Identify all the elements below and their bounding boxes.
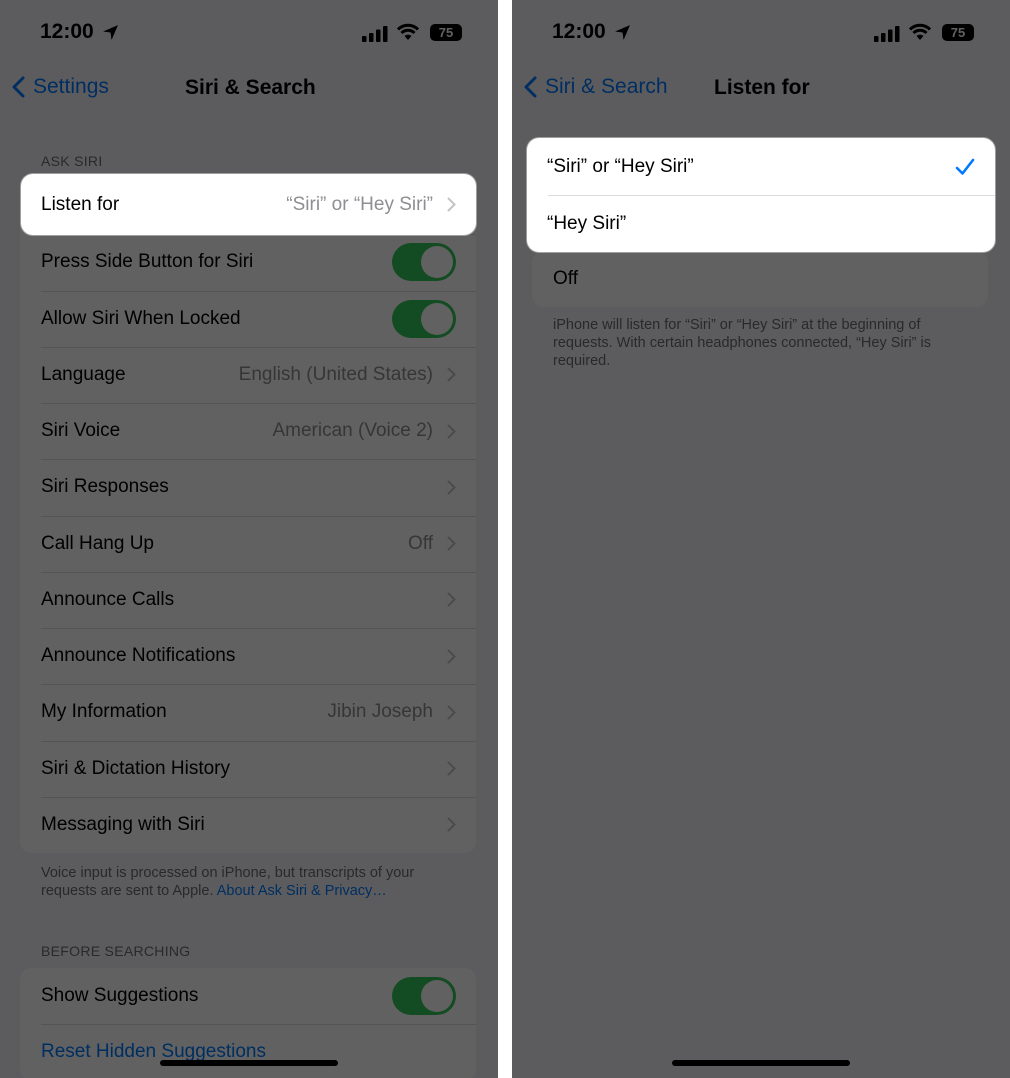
- row-label: My Information: [41, 701, 167, 723]
- chevron-left-icon: [12, 76, 25, 98]
- chevron-right-icon: [447, 592, 456, 607]
- settings-row-call-hang-up[interactable]: Call Hang Up Off: [20, 515, 476, 572]
- row-label: Siri Responses: [41, 476, 169, 498]
- chevron-right-icon: [447, 705, 456, 720]
- home-indicator[interactable]: [672, 1060, 850, 1066]
- option-row-hey-siri[interactable]: “Hey Siri”: [527, 195, 995, 252]
- ask-siri-footer-note: Voice input is processed on iPhone, but …: [41, 864, 441, 900]
- status-time: 12:00: [40, 20, 94, 43]
- row-value: Off: [408, 532, 433, 554]
- battery-indicator: 75: [942, 24, 974, 41]
- chevron-right-icon: [447, 536, 456, 551]
- navigation-bar: Settings Siri & Search: [0, 70, 498, 110]
- settings-row-announce-notifications[interactable]: Announce Notifications: [20, 628, 476, 684]
- settings-row-dictation-history[interactable]: Siri & Dictation History: [20, 740, 476, 797]
- page-title: Listen for: [714, 76, 810, 99]
- chevron-right-icon: [447, 367, 456, 382]
- settings-row-language[interactable]: Language English (United States): [20, 346, 476, 403]
- settings-row-messaging-with-siri[interactable]: Messaging with Siri: [20, 796, 476, 853]
- location-arrow-icon: [615, 25, 630, 40]
- panel-divider: [498, 0, 512, 1078]
- navigation-bar: Siri & Search Listen for: [512, 70, 1010, 110]
- ask-siri-group: . Press Side Button for Siri Allow Siri …: [20, 178, 476, 853]
- back-button-label: Siri & Search: [545, 75, 668, 98]
- section-header-ask-siri: ASK SIRI: [41, 153, 103, 169]
- left-phone-screen: 12:00 75 Settings Siri & Search ASK SIRI…: [0, 0, 498, 1078]
- wifi-icon: [396, 23, 420, 40]
- row-label: Siri Voice: [41, 420, 121, 442]
- row-label: Press Side Button for Siri: [41, 251, 254, 273]
- status-bar: 12:00 75: [512, 18, 1010, 48]
- wifi-icon: [908, 23, 932, 40]
- highlighted-listen-options: “Siri” or “Hey Siri” “Hey Siri”: [527, 138, 995, 252]
- option-label: Off: [553, 268, 578, 290]
- toggle-switch-allow-siri-locked[interactable]: [392, 299, 456, 338]
- row-label: Messaging with Siri: [41, 813, 205, 835]
- right-phone-screen: 12:00 75 Siri & Search Listen for Off iP…: [512, 0, 1010, 1078]
- option-label: “Hey Siri”: [547, 212, 627, 234]
- toggle-switch-show-suggestions[interactable]: [392, 977, 456, 1016]
- row-label: Announce Calls: [41, 588, 175, 610]
- back-button-siri-search[interactable]: Siri & Search: [524, 75, 668, 99]
- chevron-left-icon: [524, 76, 537, 98]
- row-label: Call Hang Up: [41, 532, 154, 554]
- row-label: Siri & Dictation History: [41, 757, 230, 779]
- cellular-signal-icon: [874, 26, 900, 42]
- highlighted-listen-for-row[interactable]: Listen for “Siri” or “Hey Siri”: [21, 174, 476, 235]
- chevron-right-icon: [447, 197, 456, 212]
- about-ask-siri-link[interactable]: About Ask Siri & Privacy…: [217, 883, 387, 899]
- settings-row-listen-for[interactable]: Listen for “Siri” or “Hey Siri”: [21, 174, 476, 235]
- reset-hidden-suggestions-button[interactable]: Reset Hidden Suggestions: [20, 1024, 476, 1078]
- settings-row-siri-responses[interactable]: Siri Responses: [20, 459, 476, 515]
- settings-row-announce-calls[interactable]: Announce Calls: [20, 571, 476, 628]
- option-row-off[interactable]: Off: [532, 251, 988, 307]
- option-label: “Siri” or “Hey Siri”: [547, 155, 694, 177]
- cellular-signal-icon: [362, 26, 388, 42]
- back-button-label: Settings: [33, 75, 109, 98]
- row-label: Listen for: [41, 193, 120, 215]
- back-button-settings[interactable]: Settings: [12, 75, 109, 99]
- row-value: English (United States): [238, 363, 433, 385]
- chevron-right-icon: [447, 817, 456, 832]
- section-header-before-searching: BEFORE SEARCHING: [41, 943, 191, 959]
- settings-row-show-suggestions[interactable]: Show Suggestions: [20, 968, 476, 1024]
- settings-row-allow-siri-locked[interactable]: Allow Siri When Locked: [20, 290, 476, 347]
- row-label: Announce Notifications: [41, 645, 236, 667]
- settings-row-my-information[interactable]: My Information Jibin Joseph: [20, 684, 476, 740]
- status-time: 12:00: [552, 20, 606, 43]
- row-value: Jibin Joseph: [327, 701, 433, 723]
- row-label: Allow Siri When Locked: [41, 307, 241, 329]
- row-label: Show Suggestions: [41, 985, 199, 1007]
- status-bar: 12:00 75: [0, 18, 498, 48]
- off-option-group: Off: [532, 251, 988, 308]
- chevron-right-icon: [447, 649, 456, 664]
- battery-indicator: 75: [430, 24, 462, 41]
- listen-for-footer-note: iPhone will listen for “Siri” or “Hey Si…: [553, 317, 931, 369]
- checkmark-icon: [955, 158, 975, 175]
- page-title: Siri & Search: [185, 76, 316, 99]
- row-value: American (Voice 2): [272, 420, 433, 442]
- row-value: “Siri” or “Hey Siri”: [286, 193, 433, 215]
- settings-row-siri-voice[interactable]: Siri Voice American (Voice 2): [20, 403, 476, 459]
- toggle-switch-press-side-button[interactable]: [392, 243, 456, 282]
- chevron-right-icon: [447, 424, 456, 439]
- option-row-siri-or-hey-siri[interactable]: “Siri” or “Hey Siri”: [527, 138, 995, 195]
- location-arrow-icon: [103, 25, 118, 40]
- chevron-right-icon: [447, 761, 456, 776]
- chevron-right-icon: [447, 480, 456, 495]
- settings-row-press-side-button[interactable]: Press Side Button for Siri: [20, 234, 476, 290]
- home-indicator[interactable]: [160, 1060, 338, 1066]
- row-label: Language: [41, 363, 126, 385]
